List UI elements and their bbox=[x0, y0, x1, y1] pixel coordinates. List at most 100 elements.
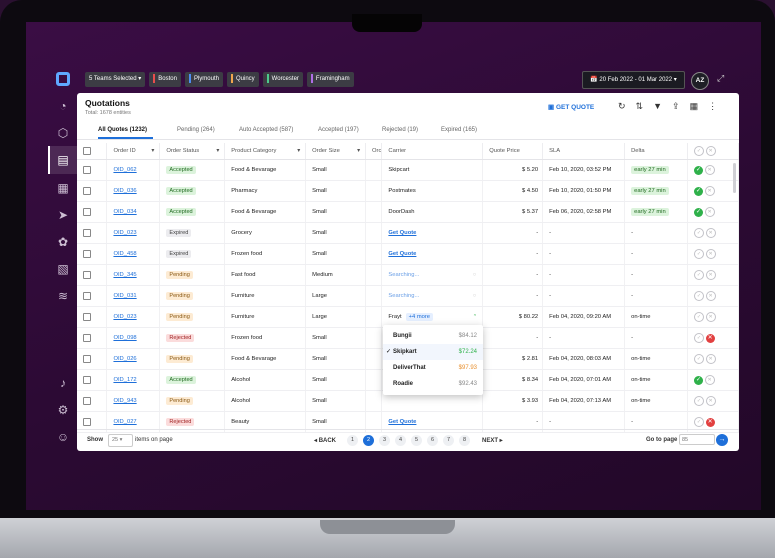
row-checkbox[interactable] bbox=[77, 327, 108, 349]
accept-icon[interactable]: ✓ bbox=[694, 312, 705, 322]
send-icon[interactable]: ➤ bbox=[55, 207, 71, 223]
reject-icon[interactable]: ✕ bbox=[705, 396, 716, 406]
reject-icon[interactable]: ✕ bbox=[704, 165, 715, 175]
sort-icon[interactable]: ⇅ bbox=[636, 101, 644, 112]
column-menu-icon[interactable]: ▾ bbox=[216, 148, 219, 154]
column-header[interactable]: Carrier bbox=[381, 143, 484, 160]
row-checkbox[interactable] bbox=[77, 306, 108, 328]
order-id-link[interactable]: OID_098 bbox=[113, 335, 136, 341]
page-button[interactable]: 8 bbox=[459, 435, 470, 446]
avatar[interactable]: AZ bbox=[691, 72, 709, 90]
row-checkbox[interactable] bbox=[77, 201, 108, 223]
row-checkbox[interactable] bbox=[77, 348, 108, 370]
tab-auto-accepted[interactable]: Auto Accepted (587) bbox=[239, 127, 293, 133]
table-row[interactable]: OID_034 Accepted Food & Bevarage Small DoorD… bbox=[77, 201, 739, 223]
table-row[interactable]: OID_062 Accepted Food & Bevarage Small Skipc… bbox=[77, 159, 739, 181]
help-icon[interactable]: ☺ bbox=[55, 429, 71, 445]
tab-pending[interactable]: Pending (264) bbox=[177, 127, 215, 133]
rejected-x-icon[interactable]: ✕ bbox=[705, 334, 715, 343]
page-button[interactable]: 4 bbox=[395, 435, 406, 446]
table-row[interactable]: OID_036 Accepted Pharmacy Small Postmates $ 4… bbox=[77, 180, 739, 202]
accepted-check-icon[interactable]: ✓ bbox=[694, 187, 704, 196]
file-money-icon[interactable]: ▧ bbox=[55, 261, 71, 277]
fullscreen-icon[interactable]: ⤢ bbox=[717, 73, 724, 84]
column-menu-icon[interactable]: ▾ bbox=[151, 148, 154, 154]
order-id-link[interactable]: OID_027 bbox=[113, 419, 136, 425]
column-menu-icon[interactable]: ▾ bbox=[357, 148, 360, 154]
team-chip[interactable]: Quincy bbox=[226, 72, 259, 87]
carrier-option[interactable]: ✓ Skipkart $72.24 bbox=[383, 344, 483, 360]
row-checkbox[interactable] bbox=[77, 243, 108, 265]
per-page-select[interactable]: 25 ▾ bbox=[108, 434, 133, 447]
column-header[interactable]: Product Category ▾ bbox=[224, 143, 307, 160]
accept-icon[interactable]: ✓ bbox=[694, 354, 705, 364]
document-icon[interactable]: ▤ bbox=[55, 152, 71, 168]
refresh-icon[interactable]: ↻ bbox=[618, 101, 626, 112]
cube-icon[interactable]: ⬡ bbox=[55, 125, 71, 141]
app-logo-icon[interactable] bbox=[56, 72, 70, 86]
scrollbar[interactable] bbox=[733, 163, 736, 193]
row-checkbox[interactable] bbox=[77, 159, 108, 181]
carrier-option[interactable]: Roadie $92.43 bbox=[383, 376, 483, 392]
column-menu-icon[interactable]: ▾ bbox=[297, 148, 300, 154]
settings-icon[interactable]: ✿ bbox=[55, 234, 71, 250]
reject-icon[interactable]: ✕ bbox=[705, 249, 716, 259]
rejected-x-icon[interactable]: ✕ bbox=[705, 418, 715, 427]
accepted-check-icon[interactable]: ✓ bbox=[694, 166, 704, 175]
order-id-link[interactable]: OID_172 bbox=[113, 377, 136, 383]
filter-icon[interactable]: ▼ bbox=[653, 101, 662, 112]
reject-icon[interactable]: ✕ bbox=[704, 207, 715, 217]
team-chip[interactable]: Boston bbox=[149, 72, 181, 87]
accepted-check-icon[interactable]: ✓ bbox=[694, 376, 704, 385]
order-id-link[interactable]: OID_062 bbox=[113, 167, 136, 173]
carrier-option[interactable]: DeliverThat $97.93 bbox=[383, 360, 483, 376]
column-header[interactable]: Orc bbox=[365, 143, 383, 160]
check-outline-icon[interactable]: ✓ bbox=[694, 146, 705, 156]
table-row[interactable]: OID_031 Pending Furniture Large Searching...… bbox=[77, 285, 739, 307]
table-row[interactable]: OID_345 Pending Fast food Medium Searching..… bbox=[77, 264, 739, 286]
tab-rejected[interactable]: Rejected (19) bbox=[382, 127, 418, 133]
bell-icon[interactable]: ♪ bbox=[55, 375, 71, 391]
order-id-link[interactable]: OID_345 bbox=[113, 272, 136, 278]
order-id-link[interactable]: OID_943 bbox=[113, 398, 136, 404]
order-id-link[interactable]: OID_023 bbox=[113, 230, 136, 236]
accept-icon[interactable]: ✓ bbox=[694, 291, 705, 301]
more-carriers-button[interactable]: +4 more bbox=[405, 313, 434, 321]
tab-accepted[interactable]: Accepted (197) bbox=[318, 127, 359, 133]
accepted-check-icon[interactable]: ✓ bbox=[694, 208, 704, 217]
get-quote-link[interactable]: Get Quote bbox=[388, 251, 416, 257]
row-checkbox[interactable] bbox=[77, 285, 108, 307]
reject-icon[interactable]: ✕ bbox=[705, 270, 716, 280]
reject-icon[interactable]: ✕ bbox=[705, 354, 716, 364]
get-quote-link[interactable]: Get Quote bbox=[388, 230, 416, 236]
more-icon[interactable]: ⋮ bbox=[708, 101, 717, 112]
calendar-icon[interactable]: ▦ bbox=[55, 180, 71, 196]
go-arrow-icon[interactable]: → bbox=[716, 434, 728, 446]
gear-icon[interactable]: ⚙ bbox=[55, 402, 71, 418]
order-id-link[interactable]: OID_023 bbox=[113, 314, 136, 320]
team-chip[interactable]: Worcester bbox=[262, 72, 303, 87]
accept-icon[interactable]: ✓ bbox=[694, 270, 705, 280]
accept-icon[interactable]: ✓ bbox=[694, 333, 705, 343]
team-chip[interactable]: Plymouth bbox=[184, 72, 223, 87]
order-id-link[interactable]: OID_036 bbox=[113, 188, 136, 194]
dashboard-icon[interactable]: ◔ bbox=[55, 98, 71, 114]
date-range-picker[interactable]: 📅 20 Feb 2022 - 01 Mar 2022 ▾ bbox=[582, 71, 685, 89]
accept-icon[interactable]: ✓ bbox=[694, 417, 705, 427]
table-row[interactable]: OID_023 Expired Grocery Small Get Quote - - - ✓ … bbox=[77, 222, 739, 244]
page-button[interactable]: 7 bbox=[443, 435, 454, 446]
next-button[interactable]: NEXT ▸ bbox=[482, 437, 503, 444]
page-button[interactable]: 3 bbox=[379, 435, 390, 446]
column-header[interactable]: Quote Price bbox=[482, 143, 544, 160]
database-icon[interactable]: ≋ bbox=[55, 288, 71, 304]
column-header[interactable]: Order Size ▾ bbox=[305, 143, 367, 160]
column-header[interactable]: SLA bbox=[542, 143, 626, 160]
accept-icon[interactable]: ✓ bbox=[694, 396, 705, 406]
select-all-checkbox[interactable] bbox=[77, 143, 108, 160]
back-button[interactable]: ◂ BACK bbox=[314, 437, 336, 444]
page-button[interactable]: 5 bbox=[411, 435, 422, 446]
reject-icon[interactable]: ✕ bbox=[704, 186, 715, 196]
reject-icon[interactable]: ✕ bbox=[705, 312, 716, 322]
tab-all-quotes[interactable]: All Quotes (1232) bbox=[98, 127, 147, 133]
table-row[interactable]: OID_458 Expired Frozen food Small Get Quote -… bbox=[77, 243, 739, 265]
